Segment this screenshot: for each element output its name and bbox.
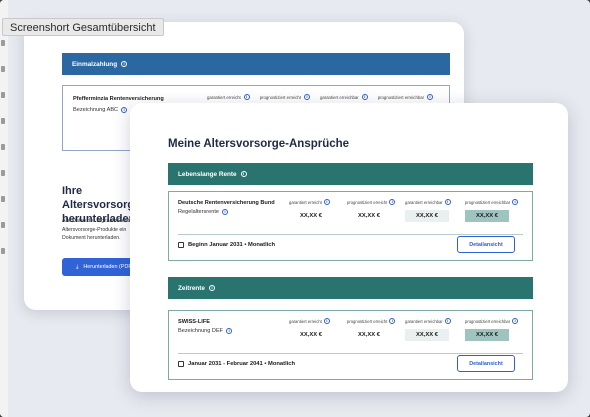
info-icon[interactable]: i [361,94,368,100]
column-header: garantiert erreicht i [289,199,349,205]
image-viewer: Einmalzahlung i Pfefferminzia Rentenvers… [0,0,590,417]
info-icon[interactable]: i [323,199,330,205]
column-header: garantiert erreichbar i [320,94,368,100]
value-column: prognostiziert erreicht i XX,XX € [347,199,407,222]
column-header: prognostiziert erreichbar i [465,199,525,205]
insurer-sub: Bezeichnung DEF i [178,328,233,334]
info-icon[interactable]: i [323,318,330,324]
section-card: SWISS-LIFE Bezeichnung DEF i garantiert … [168,310,533,380]
section-card: Deutsche Rentenversicherung Bund Regelal… [168,191,533,261]
info-icon[interactable]: i [444,318,451,324]
info-icon[interactable]: i [243,94,250,100]
value-column: garantiert erreicht i XX,XX € [289,318,349,341]
column-header: garantiert erreichbar i [405,199,465,205]
insurer-sub-label: Regelaltersrente [178,209,220,215]
info-icon[interactable]: i [121,107,128,113]
download-label: Herunterladen (PDF) [83,264,134,270]
info-icon[interactable]: i [121,61,128,67]
value-cell: XX,XX € [358,213,380,219]
insurer-sub-label: Bezeichnung DEF [178,328,224,334]
info-icon[interactable]: i [427,94,434,100]
insurer-sub: Regelaltersrente i [178,209,229,215]
bar-title: Einmalzahlung [72,60,118,68]
side-marks [0,40,6,274]
insurer-name: Deutsche Rentenversicherung Bund [178,200,275,206]
info-icon[interactable]: i [222,209,229,215]
value-cell: XX,XX € [300,213,322,219]
info-icon[interactable]: i [209,285,215,291]
column-header: prognostiziert erreicht i [260,94,311,100]
info-icon[interactable]: i [240,171,247,177]
item-sub-label: Bezeichnung ABC [73,107,119,113]
insurer-name: SWISS-LIFE [178,319,211,325]
value-column: garantiert erreichbar i XX,XX € [405,318,465,341]
value-column: prognostiziert erreichbar i XX,XX € [465,318,525,341]
info-icon[interactable]: i [226,328,233,334]
column-header: garantiert erreicht i [289,318,349,324]
window-tab-label[interactable]: Screenshort Gesamtübersicht [2,18,164,36]
calendar-icon [178,242,184,248]
info-icon[interactable]: i [512,318,519,324]
column-headers: garantiert erreicht i prognostiziert erre… [207,94,434,100]
value-column: garantiert erreichbar i XX,XX € [405,199,465,222]
column-header: garantiert erreicht i [207,94,250,100]
date-label: Januar 2031 - Februar 2041 • Monatlich [188,361,296,367]
download-icon: ⤓ [76,263,79,270]
date-label: Beginn Januar 2031 • Monatlich [188,242,276,248]
value-cell: XX,XX € [465,329,509,341]
bar-title: Lebenslange Rente [178,170,237,178]
info-icon[interactable]: i [444,199,451,205]
info-icon[interactable]: i [389,199,396,205]
value-column: prognostiziert erreicht i XX,XX € [347,318,407,341]
bar-title: Zeitrente [178,284,205,292]
column-header: prognostiziert erreicht i [347,199,407,205]
info-icon[interactable]: i [512,199,519,205]
value-cell: XX,XX € [358,332,380,338]
value-cell: XX,XX € [465,210,509,222]
info-icon[interactable]: i [304,94,311,100]
column-header: garantiert erreichbar i [405,318,465,324]
date-line: Januar 2031 - Februar 2041 • Monatlich [178,361,295,367]
column-header: prognostiziert erreichbar i [378,94,434,100]
column-header: prognostiziert erreichbar i [465,318,525,324]
value-cell: XX,XX € [300,332,322,338]
value-cell: XX,XX € [405,210,449,222]
value-column: prognostiziert erreichbar i XX,XX € [465,199,525,222]
item-sub: Bezeichnung ABC i [73,107,128,113]
page-title: Meine Altersvorsorge-Ansprüche [168,138,350,150]
date-line: Beginn Januar 2031 • Monatlich [178,242,275,248]
value-column: garantiert erreicht i XX,XX € [289,199,349,222]
divider [178,353,523,354]
calendar-icon [178,361,184,367]
einmalzahlung-bar: Einmalzahlung i [62,53,450,75]
value-cell: XX,XX € [405,329,449,341]
divider [178,234,523,235]
front-card: Meine Altersvorsorge-Ansprüche Lebenslan… [130,103,568,392]
zeitrente-bar: Zeitrente i [168,277,533,299]
item-name: Pfefferminzia Rentenversicherung [73,96,164,102]
detail-button[interactable]: Detailansicht [457,355,515,372]
lebenslange-rente-bar: Lebenslange Rente i [168,163,533,185]
info-icon[interactable]: i [389,318,396,324]
column-header: prognostiziert erreicht i [347,318,407,324]
detail-button[interactable]: Detailansicht [457,236,515,253]
